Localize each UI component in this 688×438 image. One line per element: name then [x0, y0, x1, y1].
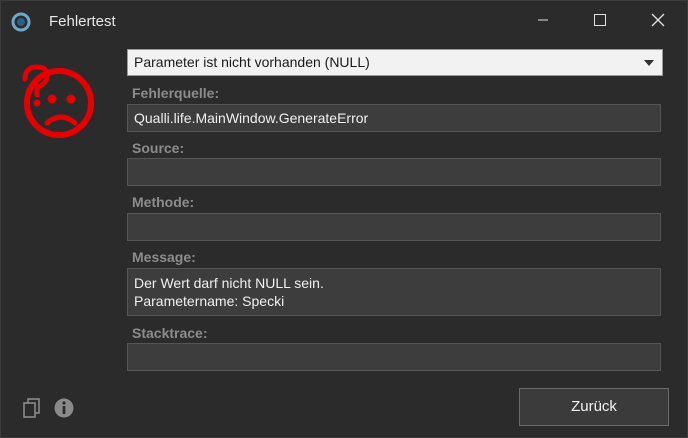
title-bar: Fehlertest [1, 1, 687, 43]
app-logo-icon [11, 12, 31, 32]
sad-face-question-icon [17, 63, 97, 143]
error-type-dropdown[interactable]: Parameter ist nicht vorhanden (NULL) [127, 49, 663, 76]
stacktrace-label: Stacktrace: [132, 325, 208, 341]
back-button[interactable]: Zurück [519, 388, 669, 426]
maximize-icon [594, 13, 606, 31]
fehlerquelle-label: Fehlerquelle: [132, 85, 220, 101]
close-button[interactable] [635, 1, 681, 43]
minimize-button[interactable] [520, 1, 566, 43]
minimize-icon [537, 13, 549, 31]
fehlerquelle-field[interactable]: Qualli.life.MainWindow.GenerateError [127, 104, 661, 132]
error-test-window: Fehlertest Parameter ist nicht vorhanden… [0, 0, 688, 438]
maximize-button[interactable] [577, 1, 623, 43]
message-label: Message: [132, 249, 196, 265]
chevron-down-icon [644, 60, 654, 66]
methode-field[interactable] [127, 213, 661, 241]
window-title: Fehlertest [49, 13, 116, 30]
source-label: Source: [132, 140, 185, 156]
stacktrace-field[interactable] [127, 343, 661, 371]
info-icon[interactable] [53, 397, 75, 419]
message-field[interactable]: Der Wert darf nicht NULL sein. Parameter… [127, 268, 661, 316]
copy-icon[interactable] [21, 397, 43, 419]
close-icon [651, 13, 665, 32]
source-field[interactable] [127, 158, 661, 186]
methode-label: Methode: [132, 194, 195, 210]
error-type-selected: Parameter ist nicht vorhanden (NULL) [134, 54, 370, 70]
